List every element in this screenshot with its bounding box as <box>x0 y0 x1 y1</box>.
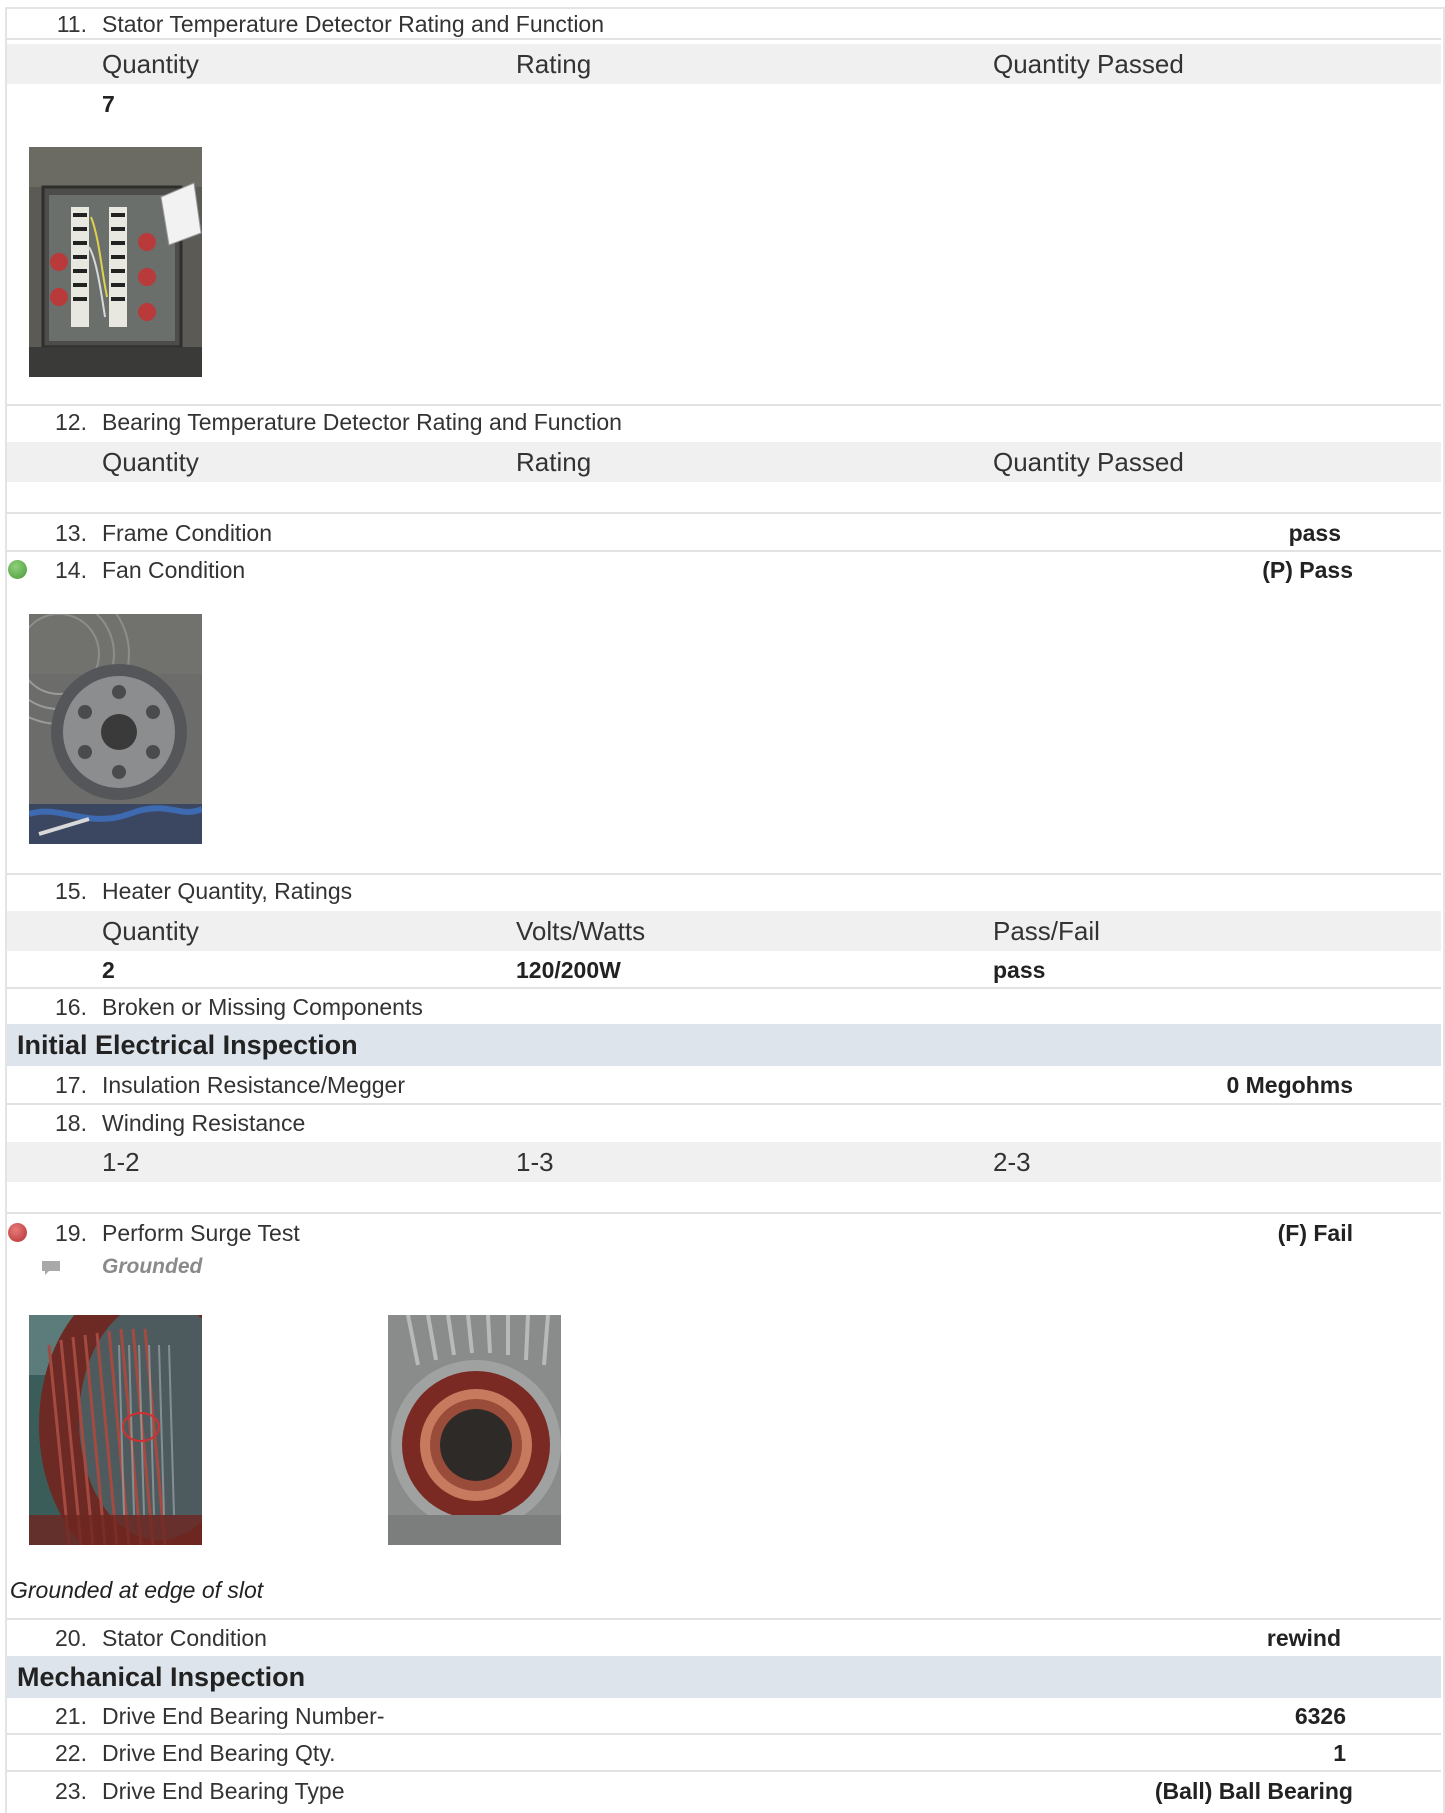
column-header: Quantity <box>102 447 199 477</box>
item-20-row: 20. Stator Condition rewind <box>7 1621 1441 1657</box>
item-16-row: 16. Broken or Missing Components <box>7 990 1441 1024</box>
item-number: 21. <box>55 1703 87 1729</box>
item-number: 11. <box>56 11 87 37</box>
item-label: Fan Condition <box>102 557 246 583</box>
item-13-row: 13. Frame Condition pass <box>7 514 1441 552</box>
item-label: Frame Condition <box>102 520 273 546</box>
table-cell: 7 <box>102 91 115 117</box>
item-label: Perform Surge Test <box>102 1220 300 1246</box>
item-number: 12. <box>55 409 87 435</box>
item-label: Insulation Resistance/Megger <box>102 1072 405 1098</box>
item-18-table-header: 1-2 1-3 2-3 <box>7 1142 1441 1182</box>
item-label: Stator Condition <box>102 1625 267 1651</box>
table-cell: 120/200W <box>516 957 621 983</box>
item-value: 1 <box>1333 1740 1346 1766</box>
section-header-mechanical: Mechanical Inspection <box>7 1656 1441 1698</box>
column-header: Quantity <box>102 916 199 946</box>
item-12-row: 12. Bearing Temperature Detector Rating … <box>7 405 1441 441</box>
table-cell: pass <box>993 957 1046 983</box>
item-15-table-header: Quantity Volts/Watts Pass/Fail <box>7 911 1441 951</box>
item-label: Heater Quantity, Ratings <box>102 878 353 904</box>
item-22-row: 22. Drive End Bearing Qty. 1 <box>7 1736 1441 1772</box>
item-12-table-header: Quantity Rating Quantity Passed <box>7 442 1441 482</box>
item-label: Winding Resistance <box>102 1110 306 1136</box>
item-14-row: 14. Fan Condition (P) Pass <box>7 552 1441 586</box>
item-value: rewind <box>1266 1625 1341 1651</box>
item-label: Drive End Bearing Number- <box>102 1703 385 1729</box>
item-value: 6326 <box>1294 1703 1346 1729</box>
item-number: 18. <box>55 1110 87 1136</box>
pass-status-icon <box>8 560 27 579</box>
item-number: 19. <box>55 1220 87 1246</box>
report-frame <box>5 7 1445 1813</box>
column-header: Quantity Passed <box>993 49 1184 79</box>
item-label: Drive End Bearing Type <box>102 1778 345 1804</box>
column-header: Pass/Fail <box>993 916 1100 946</box>
item-value: (P) Pass <box>1262 557 1353 583</box>
item-23-row: 23. Drive End Bearing Type (Ball) Ball B… <box>7 1774 1441 1808</box>
photo-stator-closeup[interactable] <box>29 1315 202 1545</box>
item-15-table-row: 2 120/200W pass <box>7 953 1441 989</box>
photo-terminal-box[interactable] <box>29 147 202 377</box>
item-12-empty-row <box>7 484 1441 514</box>
item-label: Stator Temperature Detector Rating and F… <box>102 11 605 37</box>
item-number: 17. <box>55 1072 87 1098</box>
column-header: Rating <box>516 49 592 79</box>
fail-status-icon <box>8 1223 27 1242</box>
item-label: Drive End Bearing Qty. <box>102 1740 336 1766</box>
divider <box>7 1598 1441 1620</box>
comment-icon <box>41 1260 61 1281</box>
item-11-row: 11. Stator Temperature Detector Rating a… <box>7 7 1441 40</box>
item-17-row: 17. Insulation Resistance/Megger 0 Megoh… <box>7 1067 1441 1105</box>
column-header: 2-3 <box>993 1147 1031 1177</box>
item-18-empty-row <box>7 1184 1441 1214</box>
section-title: Mechanical Inspection <box>17 1662 306 1692</box>
photo-stator-overview[interactable] <box>388 1315 561 1545</box>
item-number: 23. <box>55 1778 87 1804</box>
divider <box>7 845 1441 875</box>
item-15-row: 15. Heater Quantity, Ratings <box>7 874 1441 910</box>
divider <box>7 376 1441 406</box>
item-number: 22. <box>55 1740 87 1766</box>
column-header: 1-2 <box>102 1147 140 1177</box>
item-21-row: 21. Drive End Bearing Number- 6326 <box>7 1699 1441 1735</box>
item-label: Broken or Missing Components <box>102 994 423 1020</box>
item-value: (F) Fail <box>1277 1220 1353 1246</box>
item-11-table-header: Quantity Rating Quantity Passed <box>7 44 1441 84</box>
column-header: Rating <box>516 447 592 477</box>
table-cell: 2 <box>102 957 115 983</box>
item-number: 13. <box>55 520 87 546</box>
item-18-row: 18. Winding Resistance <box>7 1105 1441 1141</box>
item-value: pass <box>1288 520 1341 546</box>
comment-text: Grounded <box>102 1255 203 1278</box>
column-header: 1-3 <box>516 1147 554 1177</box>
section-header-electrical: Initial Electrical Inspection <box>7 1024 1441 1066</box>
photo-fan[interactable] <box>29 614 202 844</box>
item-11-table-row: 7 <box>7 86 1441 120</box>
item-value: 0 Megohms <box>1226 1072 1353 1098</box>
item-number: 16. <box>55 994 87 1020</box>
item-19-row: 19. Perform Surge Test (F) Fail <box>7 1215 1441 1249</box>
item-label: Bearing Temperature Detector Rating and … <box>102 409 622 435</box>
column-header: Volts/Watts <box>516 916 646 946</box>
section-title: Initial Electrical Inspection <box>17 1030 358 1060</box>
item-number: 14. <box>55 557 87 583</box>
item-number: 20. <box>55 1625 87 1651</box>
item-number: 15. <box>55 878 87 904</box>
column-header: Quantity <box>102 49 199 79</box>
item-19-comment: Grounded <box>7 1251 1441 1283</box>
column-header: Quantity Passed <box>993 447 1184 477</box>
item-value: (Ball) Ball Bearing <box>1154 1778 1353 1804</box>
